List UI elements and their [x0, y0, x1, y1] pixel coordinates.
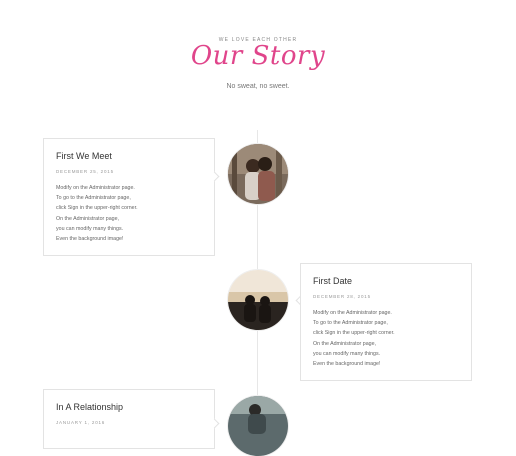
- event-photo-relationship: [228, 396, 288, 456]
- timeline-card-first-meet: First We Meet DECEMBER 25, 2015 Modify o…: [43, 138, 215, 256]
- subtitle: No sweat, no sweet.: [226, 83, 290, 90]
- event-photo-first-meet: [228, 144, 288, 204]
- event-title: First Date: [313, 276, 353, 286]
- event-title: In A Relationship: [56, 402, 124, 412]
- timeline-card-first-date: First Date DECEMBER 28, 2015 Modify on t…: [300, 263, 472, 381]
- event-date: DECEMBER 28, 2015: [313, 294, 371, 299]
- page-title: Our Story: [190, 41, 326, 71]
- event-body: Modify on the Administrator page. To go …: [313, 310, 395, 368]
- event-title: First We Meet: [56, 151, 112, 161]
- event-date: JANUARY 1, 2016: [56, 420, 106, 425]
- event-body: Modify on the Administrator page. To go …: [56, 185, 138, 243]
- event-date: DECEMBER 25, 2015: [56, 169, 114, 174]
- timeline-card-relationship: In A Relationship JANUARY 1, 2016: [43, 389, 215, 449]
- event-photo-first-date: [228, 270, 288, 330]
